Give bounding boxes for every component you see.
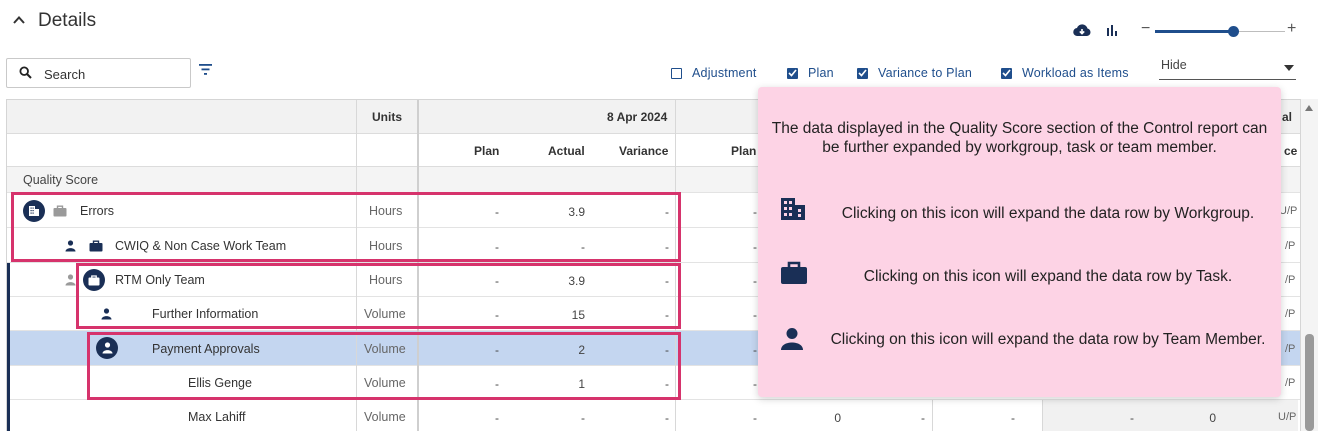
actual-cell-2: 0 bbox=[834, 411, 841, 425]
units-cell: Volume bbox=[364, 410, 406, 424]
zoom-out-button[interactable]: − bbox=[1141, 20, 1150, 38]
tooltip-task-text: Clicking on this icon will expand the da… bbox=[863, 268, 1233, 285]
building-icon bbox=[781, 198, 805, 220]
plan-cell-2: - bbox=[753, 343, 757, 357]
total-cell: /P bbox=[1285, 343, 1296, 355]
column-divider bbox=[932, 400, 933, 431]
briefcase-icon bbox=[781, 261, 807, 284]
highlight-box bbox=[76, 263, 681, 329]
tooltip-intro: The data displayed in the Quality Score … bbox=[771, 120, 1268, 156]
search-box bbox=[6, 58, 191, 88]
scroll-up-arrow-icon[interactable] bbox=[1305, 105, 1313, 111]
section-title: Details bbox=[38, 10, 97, 31]
plan-subheader-2[interactable]: Plan bbox=[731, 144, 756, 158]
help-tooltip: The data displayed in the Quality Score … bbox=[758, 87, 1281, 397]
tooltip-workgroup-text: Clicking on this icon will expand the da… bbox=[841, 205, 1255, 222]
plan-label: Plan bbox=[808, 66, 834, 80]
search-input[interactable] bbox=[44, 64, 184, 84]
collapse-chevron-icon[interactable] bbox=[12, 13, 26, 27]
caret-down-icon bbox=[1284, 65, 1294, 71]
plan-cell-3: - bbox=[1011, 411, 1015, 425]
total-cell: /P bbox=[1285, 274, 1296, 286]
adjustment-label: Adjustment bbox=[692, 66, 757, 80]
plan-subheader[interactable]: Plan bbox=[474, 144, 499, 158]
filter-icon[interactable] bbox=[199, 64, 212, 75]
zoom-slider-handle[interactable] bbox=[1228, 26, 1239, 37]
tooltip-team-member-text: Clicking on this icon will expand the da… bbox=[830, 331, 1266, 348]
total-column-background bbox=[1043, 400, 1298, 431]
group-label: Quality Score bbox=[23, 173, 99, 187]
plan-cell-2: - bbox=[753, 205, 757, 219]
cloud-download-icon[interactable] bbox=[1073, 23, 1091, 37]
total-cell: /P bbox=[1285, 308, 1296, 320]
bar-chart-icon[interactable] bbox=[1106, 25, 1120, 37]
variance-cell-2: - bbox=[921, 411, 925, 425]
date-column-header[interactable]: 8 Apr 2024 bbox=[607, 110, 667, 124]
total-cell: U/P bbox=[1279, 205, 1298, 217]
hide-dropdown-value: Hide bbox=[1161, 58, 1187, 72]
person-icon[interactable] bbox=[65, 274, 76, 286]
variance-subheader-total[interactable]: ce bbox=[1284, 144, 1297, 158]
checkbox-checked-icon bbox=[787, 67, 798, 79]
total-cell: /P bbox=[1285, 377, 1296, 389]
vertical-scrollbar[interactable] bbox=[1301, 99, 1318, 431]
variance-subheader[interactable]: Variance bbox=[619, 144, 668, 158]
plan-cell-2: - bbox=[753, 308, 757, 322]
checkbox-unchecked-icon bbox=[671, 67, 682, 79]
search-icon bbox=[19, 66, 32, 79]
person-icon bbox=[781, 328, 803, 350]
plan-cell-2: - bbox=[753, 274, 757, 288]
variance-cell: - bbox=[665, 411, 669, 425]
plan-cell-2: - bbox=[753, 377, 757, 391]
workload-as-items-label: Workload as Items bbox=[1022, 66, 1129, 80]
actual-cell: - bbox=[581, 411, 585, 425]
highlight-box bbox=[87, 332, 681, 400]
total-cell: U/P bbox=[1278, 411, 1297, 423]
plan-checkbox[interactable]: Plan bbox=[787, 66, 834, 80]
zoom-slider-fill bbox=[1155, 30, 1233, 33]
row-label: Max Lahiff bbox=[188, 410, 246, 424]
zoom-in-button[interactable]: + bbox=[1287, 20, 1296, 38]
hierarchy-indicator bbox=[7, 263, 10, 431]
zoom-slider[interactable] bbox=[1155, 26, 1285, 37]
highlight-box bbox=[11, 192, 681, 262]
checkbox-checked-icon bbox=[1001, 67, 1012, 79]
total-cell: /P bbox=[1285, 240, 1296, 252]
total-column-header[interactable]: al bbox=[1282, 110, 1292, 124]
plan-cell-2: - bbox=[753, 240, 757, 254]
checkbox-checked-icon bbox=[857, 67, 868, 79]
adjustment-checkbox[interactable]: Adjustment bbox=[671, 66, 757, 80]
variance-to-plan-label: Variance to Plan bbox=[878, 66, 972, 80]
actual-subheader[interactable]: Actual bbox=[548, 144, 585, 158]
total-actual-cell: 0 bbox=[1209, 411, 1216, 425]
plan-cell-2: - bbox=[753, 411, 757, 425]
plan-cell: - bbox=[495, 411, 499, 425]
variance-to-plan-checkbox[interactable]: Variance to Plan bbox=[857, 66, 972, 80]
hide-dropdown[interactable]: Hide bbox=[1159, 56, 1296, 80]
workload-as-items-checkbox[interactable]: Workload as Items bbox=[1001, 66, 1129, 80]
scrollbar-thumb[interactable] bbox=[1305, 334, 1314, 431]
units-column-header[interactable]: Units bbox=[372, 110, 402, 124]
total-plan-cell: - bbox=[1130, 411, 1134, 425]
